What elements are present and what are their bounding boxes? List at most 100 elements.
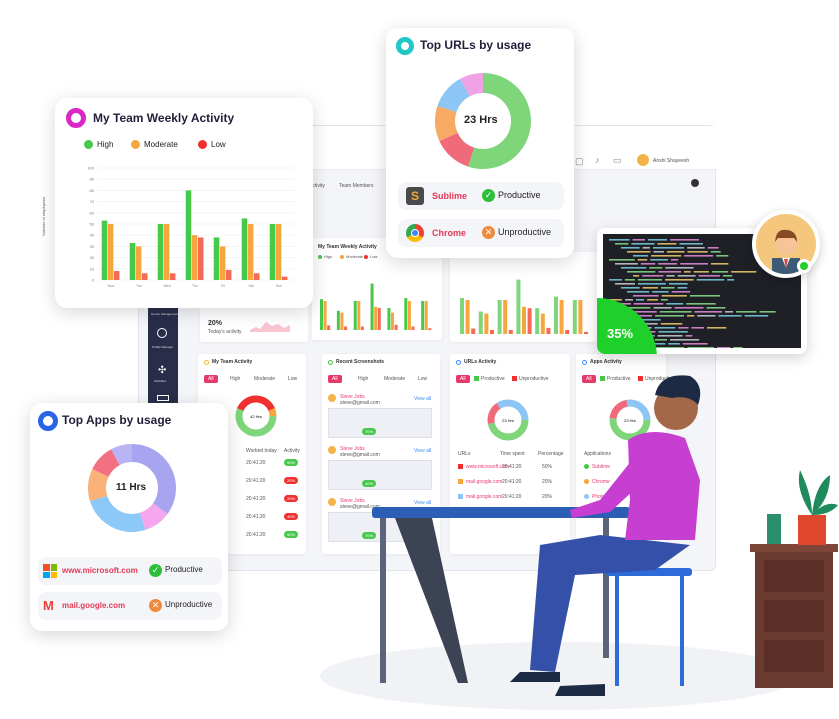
bar-low	[141, 273, 148, 280]
bar-moderate	[275, 224, 282, 280]
sidebar-item-device-management[interactable]: Device Management	[151, 312, 179, 316]
screenshot-email: steve@gmail.com	[340, 400, 380, 406]
url-row-sublime-name: Sublime	[432, 191, 468, 201]
ss-filter-high[interactable]: High	[358, 376, 368, 382]
screenshot-thumbnail[interactable]	[328, 460, 432, 490]
mini-weekly-title: My Team Weekly Activity	[318, 244, 377, 250]
screenshot-badge: 70%	[362, 532, 377, 539]
code-token	[627, 291, 650, 293]
bar-moderate	[163, 224, 170, 280]
avatar[interactable]	[637, 154, 649, 166]
urls-filter-unproductive[interactable]: Unproductive	[519, 376, 548, 382]
filter-low[interactable]: Low	[288, 376, 297, 382]
code-token	[710, 251, 721, 253]
urls-filter-all[interactable]: All	[456, 375, 470, 383]
app-row-name: Chrome	[592, 479, 610, 485]
code-token	[642, 287, 658, 289]
drawer-2	[764, 600, 824, 632]
settings-icon[interactable]	[691, 179, 699, 187]
weekly-bar-chart: 0 10 20 30 40 50 60 70 80 90 100 Mon Tue Wed Thu Fri Sat…	[87, 166, 295, 288]
code-token	[615, 263, 638, 265]
code-token	[687, 251, 708, 253]
user-name[interactable]: Anshi Shayeesh	[653, 158, 689, 164]
profile-icon[interactable]	[157, 328, 167, 338]
filter-all[interactable]: All	[204, 375, 218, 383]
code-token	[722, 275, 733, 277]
ss-filter-all[interactable]: All	[328, 375, 342, 383]
code-token	[716, 347, 731, 348]
filter-moderate[interactable]: Moderate	[254, 376, 275, 382]
team-row-activity-badge: 20%	[284, 477, 299, 484]
code-token	[670, 239, 699, 241]
screenshot-badge: 40%	[362, 480, 377, 487]
team-activity-donut: 42 Hrs	[235, 395, 277, 437]
sidebar-item-workflow[interactable]: Workflow	[154, 379, 166, 383]
app-row-microsoft-status: Productive	[165, 565, 203, 574]
mini-legend-moderate: Moderate	[346, 254, 363, 259]
urls-filter-productive[interactable]: Productive	[481, 376, 505, 382]
screenshot-thumbnail[interactable]	[328, 408, 432, 438]
mini-legend-moderate-dot	[340, 255, 344, 259]
screenshot-thumbnail[interactable]	[328, 512, 432, 542]
code-token	[687, 247, 705, 249]
view-all-link: View all	[414, 500, 432, 506]
team-icon[interactable]	[157, 395, 169, 401]
code-token	[652, 247, 685, 249]
apps-filter-productive[interactable]: Productive	[607, 376, 631, 382]
bar-high	[129, 243, 136, 280]
sidebar-item-profile-manager[interactable]: Profile Manager	[152, 345, 173, 349]
x-tick-label: Fri	[221, 284, 225, 288]
mini-bar	[340, 312, 344, 330]
workflow-icon[interactable]: ✣	[158, 365, 166, 376]
mini-legend-high: High	[324, 254, 333, 259]
right-bar	[516, 279, 521, 334]
apps-activity-title: Apps Activity	[590, 359, 622, 365]
right-bar	[527, 308, 532, 334]
bar-high	[213, 237, 220, 280]
code-token	[684, 271, 691, 273]
ss-filter-low[interactable]: Low	[418, 376, 427, 382]
y-tick-label: 80	[90, 188, 95, 193]
ss-filter-moderate[interactable]: Moderate	[384, 376, 405, 382]
url-row-sublime[interactable]: S Sublime ✓ Productive	[398, 182, 564, 210]
y-tick-label: 0	[92, 278, 95, 283]
code-token	[655, 339, 667, 341]
code-token	[660, 323, 683, 325]
today-percent: 20%	[208, 320, 223, 327]
panel-recent-screenshots: Recent Screenshots All High Moderate Low…	[322, 354, 440, 554]
url-row-color	[458, 494, 463, 499]
url-row-chrome-name: Chrome	[432, 228, 467, 238]
y-tick-label: 100	[87, 166, 94, 171]
url-row-name: mail.google.com	[466, 494, 503, 500]
code-token	[653, 251, 664, 253]
code-token	[680, 263, 708, 265]
code-token	[669, 339, 700, 341]
x-circle-icon: ✕	[482, 226, 495, 239]
chat-icon[interactable]: ▭	[613, 155, 622, 166]
bar-moderate	[219, 246, 226, 280]
apps-filter-all[interactable]: All	[582, 375, 596, 383]
apps-filter-unproductive[interactable]: Unproductive	[645, 376, 674, 382]
code-token	[665, 279, 694, 281]
team-weekly-title: My Team Weekly Activity	[93, 111, 235, 125]
tab-team-members[interactable]: Team Members	[339, 183, 373, 189]
x-tick-label: Tue	[136, 284, 142, 288]
code-token	[642, 247, 650, 249]
calendar-icon[interactable]: ▢	[575, 156, 584, 167]
filter-high[interactable]: High	[230, 376, 240, 382]
app-row-gmail[interactable]: M mail.google.com ✕ Unproductive	[38, 592, 222, 620]
x-tick-label: Wed	[163, 284, 170, 288]
app-row-microsoft[interactable]: www.microsoft.com ✓ Productive	[38, 557, 222, 585]
x-tick-label: Thu	[192, 284, 198, 288]
code-token	[649, 267, 663, 269]
code-token	[615, 243, 629, 245]
code-token	[718, 315, 742, 317]
urls-activity-donut: 23 Hrs	[487, 399, 529, 441]
code-token	[731, 271, 757, 273]
url-row-chrome[interactable]: Chrome ✕ Unproductive	[398, 219, 564, 247]
code-token	[621, 267, 647, 269]
bell-icon[interactable]: ♪	[595, 155, 600, 165]
mini-bar	[360, 326, 364, 330]
mini-bar	[336, 310, 340, 330]
mini-bar	[428, 328, 432, 330]
